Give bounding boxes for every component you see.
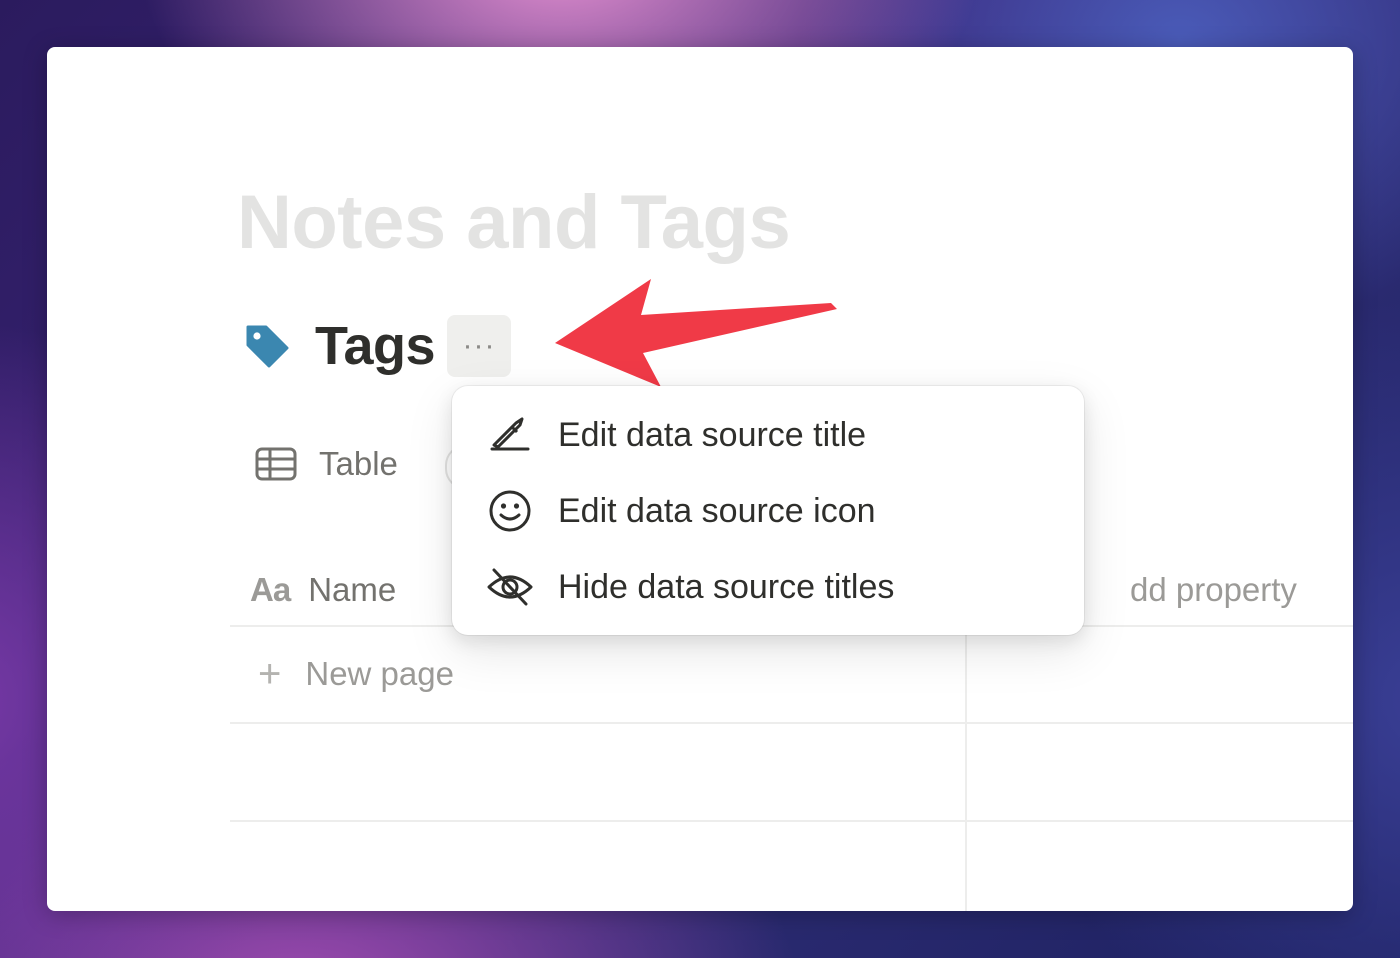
menu-item-label: Edit data source title xyxy=(558,415,867,454)
menu-item-edit-title[interactable]: Edit data source title xyxy=(452,400,1084,470)
table-icon xyxy=(255,447,297,481)
text-property-icon: Aa xyxy=(250,571,291,608)
data-source-options-menu: Edit data source title Edit data source … xyxy=(452,386,1084,635)
more-options-button[interactable]: ··· xyxy=(447,315,512,377)
new-page-label: New page xyxy=(305,655,454,692)
new-page-button[interactable]: + New page xyxy=(258,626,454,722)
table-row: + New page xyxy=(230,626,1353,724)
menu-item-label: Hide data source titles xyxy=(558,567,895,606)
column-header-name[interactable]: Aa Name xyxy=(250,557,396,623)
view-tab-label: Table xyxy=(319,445,398,482)
menu-item-label: Edit data source icon xyxy=(558,491,876,530)
column-header-label: Name xyxy=(308,571,397,608)
pencil-icon xyxy=(486,411,534,459)
add-property-button[interactable]: dd property xyxy=(1130,557,1297,623)
plus-icon: + xyxy=(258,652,282,696)
data-source-header: Tags ··· xyxy=(243,313,512,379)
data-source-title[interactable]: Tags xyxy=(315,315,436,377)
menu-item-hide-titles[interactable]: Hide data source titles xyxy=(452,552,1084,622)
red-arrow-annotation xyxy=(555,279,837,387)
page-title: Notes and Tags xyxy=(237,180,791,265)
table-row xyxy=(230,724,1353,822)
view-tab-table[interactable]: Table xyxy=(255,439,398,489)
column-divider xyxy=(965,625,967,911)
table-row xyxy=(230,822,1353,911)
eye-slash-icon xyxy=(486,563,534,611)
notion-window: Notes and Tags Tags ··· Table Aa Name dd… xyxy=(47,47,1353,911)
menu-item-edit-icon[interactable]: Edit data source icon xyxy=(452,476,1084,546)
tag-icon[interactable] xyxy=(243,322,291,370)
smiley-icon xyxy=(486,487,534,535)
